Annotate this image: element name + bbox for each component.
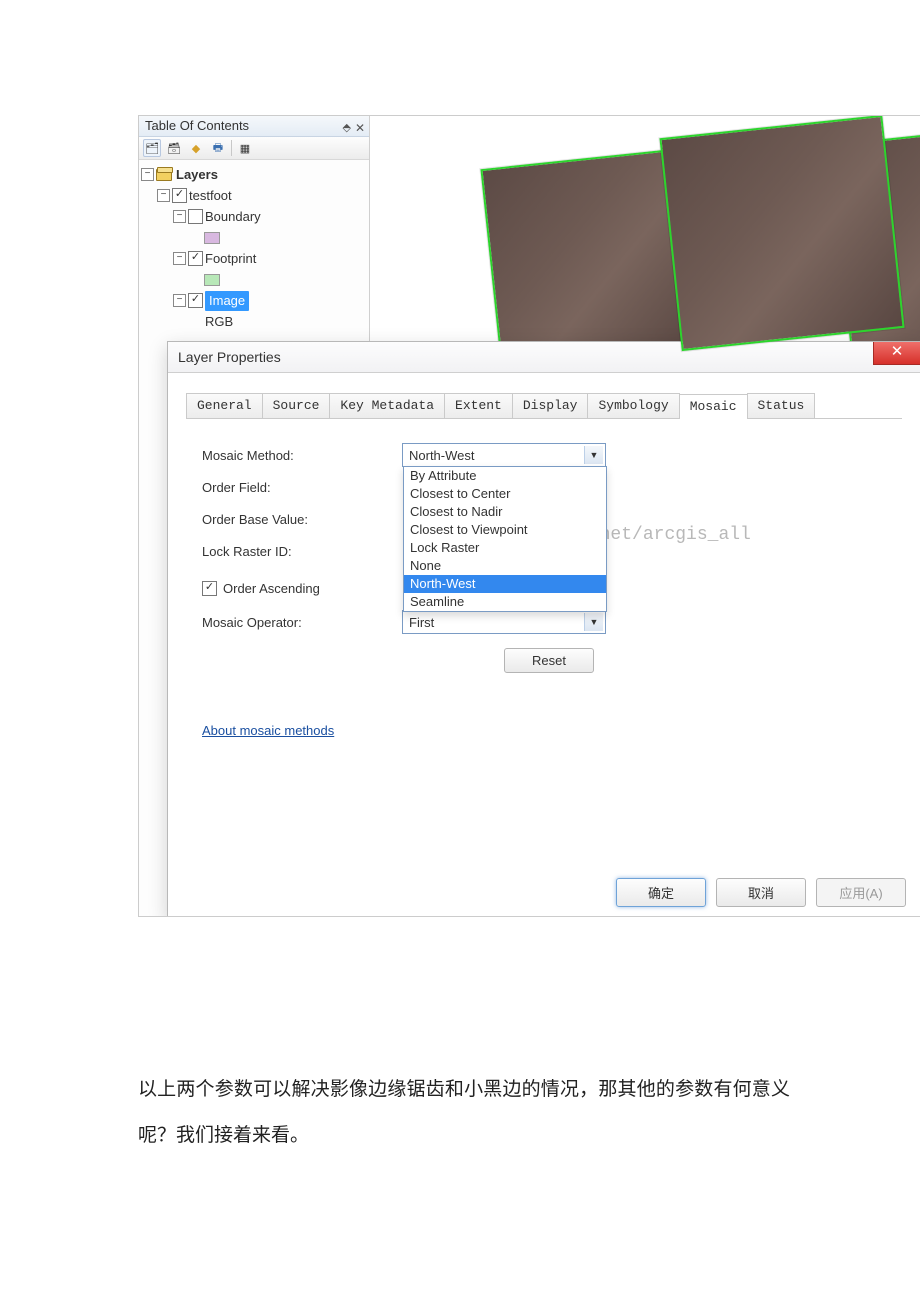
combo-value: North-West (409, 448, 475, 463)
ok-button[interactable]: 确定 (616, 878, 706, 907)
mosaic-form: http://blog.csdn.net/arcgis_all Mosaic M… (186, 435, 902, 742)
layer-image[interactable]: − ✓ Image (141, 290, 367, 311)
mosaic-imagery (410, 116, 920, 341)
color-swatch (204, 232, 220, 244)
tab-extent[interactable]: Extent (444, 393, 513, 418)
dialog-close-button[interactable]: ✕ (873, 342, 920, 365)
mosaic-method-row: Mosaic Method: North-West ▼ By Attribute… (202, 439, 886, 471)
options-icon[interactable]: ▦ (236, 139, 254, 157)
layer-tree: − Layers − ✓ testfoot − Boundary − ✓ (139, 160, 369, 336)
order-field-label: Order Field: (202, 480, 402, 495)
visibility-checkbox[interactable] (188, 209, 203, 224)
visibility-checkbox[interactable]: ✓ (188, 251, 203, 266)
layers-label: Layers (176, 165, 218, 185)
mosaic-operator-combo[interactable]: First ▼ (402, 610, 606, 634)
dropdown-option[interactable]: Closest to Center (404, 485, 606, 503)
tab-general[interactable]: General (186, 393, 263, 418)
toc-title-bar: Table Of Contents ⬘ ✕ (139, 116, 369, 137)
mosaic-operator-label: Mosaic Operator: (202, 615, 402, 630)
pin-icon[interactable]: ⬘ (343, 118, 351, 138)
toolbar-divider (231, 140, 232, 156)
reset-button[interactable]: Reset (504, 648, 594, 673)
layer-testfoot[interactable]: − ✓ testfoot (141, 185, 367, 206)
about-mosaic-methods-link[interactable]: About mosaic methods (202, 723, 334, 738)
combo-value: First (409, 615, 434, 630)
expand-icon[interactable]: − (173, 294, 186, 307)
dialog-title: Layer Properties (178, 349, 281, 365)
chevron-down-icon[interactable]: ▼ (584, 613, 603, 631)
tab-status[interactable]: Status (747, 393, 816, 418)
dropdown-option[interactable]: Closest to Viewpoint (404, 521, 606, 539)
expand-icon[interactable]: − (173, 210, 186, 223)
screenshot-region: Table Of Contents ⬘ ✕ 🗂 🗃 ◆ 🖶 ▦ − Layers… (138, 115, 920, 917)
list-by-drawing-order-icon[interactable]: 🗂 (143, 139, 161, 157)
tab-strip: General Source Key Metadata Extent Displ… (186, 393, 902, 419)
expand-icon[interactable]: − (157, 189, 170, 202)
layer-label: testfoot (189, 186, 232, 206)
dropdown-option-selected[interactable]: North-West (404, 575, 606, 593)
expand-icon[interactable]: − (173, 252, 186, 265)
footprint-swatch-row (141, 269, 367, 290)
visibility-checkbox[interactable]: ✓ (172, 188, 187, 203)
list-by-selection-icon[interactable]: 🖶 (209, 139, 227, 157)
layer-label: Footprint (205, 249, 256, 269)
order-ascending-checkbox[interactable]: ✓ (202, 581, 217, 596)
rgb-label: RGB (205, 312, 233, 332)
order-base-value-label: Order Base Value: (202, 512, 402, 527)
toc-toolbar: 🗂 🗃 ◆ 🖶 ▦ (139, 137, 369, 160)
layer-label: Boundary (205, 207, 261, 227)
boundary-swatch-row (141, 227, 367, 248)
tab-symbology[interactable]: Symbology (587, 393, 679, 418)
expand-icon[interactable]: − (141, 168, 154, 181)
layer-label: Image (205, 291, 249, 311)
layers-icon (156, 169, 172, 181)
order-ascending-label: Order Ascending (223, 581, 320, 596)
dialog-title-bar[interactable]: Layer Properties ✕ (168, 342, 920, 373)
dropdown-option[interactable]: By Attribute (404, 467, 606, 485)
mosaic-method-dropdown: By Attribute Closest to Center Closest t… (403, 466, 607, 612)
tab-display[interactable]: Display (512, 393, 589, 418)
chevron-down-icon[interactable]: ▼ (584, 446, 603, 464)
layer-properties-dialog: Layer Properties ✕ General Source Key Me… (167, 341, 920, 917)
cancel-button[interactable]: 取消 (716, 878, 806, 907)
layer-boundary[interactable]: − Boundary (141, 206, 367, 227)
dialog-body: General Source Key Metadata Extent Displ… (168, 373, 920, 853)
toc-close-button[interactable]: ✕ (355, 118, 365, 138)
tab-source[interactable]: Source (262, 393, 331, 418)
article-text: 以上两个参数可以解决影像边缘锯齿和小黑边的情况，那其他的参数有何意义呢？我们接着… (138, 1067, 790, 1158)
tab-key-metadata[interactable]: Key Metadata (329, 393, 445, 418)
article-paragraph: 以上两个参数可以解决影像边缘锯齿和小黑边的情况，那其他的参数有何意义呢？我们接着… (138, 1067, 790, 1158)
dropdown-option[interactable]: Lock Raster (404, 539, 606, 557)
mosaic-method-label: Mosaic Method: (202, 448, 402, 463)
dropdown-option[interactable]: Closest to Nadir (404, 503, 606, 521)
image-rgb-row: RGB (141, 311, 367, 332)
lock-raster-id-label: Lock Raster ID: (202, 544, 402, 559)
layer-footprint[interactable]: − ✓ Footprint (141, 248, 367, 269)
dropdown-option[interactable]: None (404, 557, 606, 575)
list-by-source-icon[interactable]: 🗃 (165, 139, 183, 157)
toc-title: Table Of Contents (145, 118, 249, 133)
layers-root[interactable]: − Layers (141, 164, 367, 185)
dialog-buttons: 确定 取消 应用(A) (616, 878, 906, 907)
list-by-visibility-icon[interactable]: ◆ (187, 139, 205, 157)
color-swatch (204, 274, 220, 286)
apply-button[interactable]: 应用(A) (816, 878, 906, 907)
raster-footprint (659, 115, 904, 351)
tab-mosaic[interactable]: Mosaic (679, 394, 748, 419)
map-view[interactable] (370, 116, 920, 341)
visibility-checkbox[interactable]: ✓ (188, 293, 203, 308)
mosaic-method-combo[interactable]: North-West ▼ By Attribute Closest to Cen… (402, 443, 606, 467)
dropdown-option[interactable]: Seamline (404, 593, 606, 611)
